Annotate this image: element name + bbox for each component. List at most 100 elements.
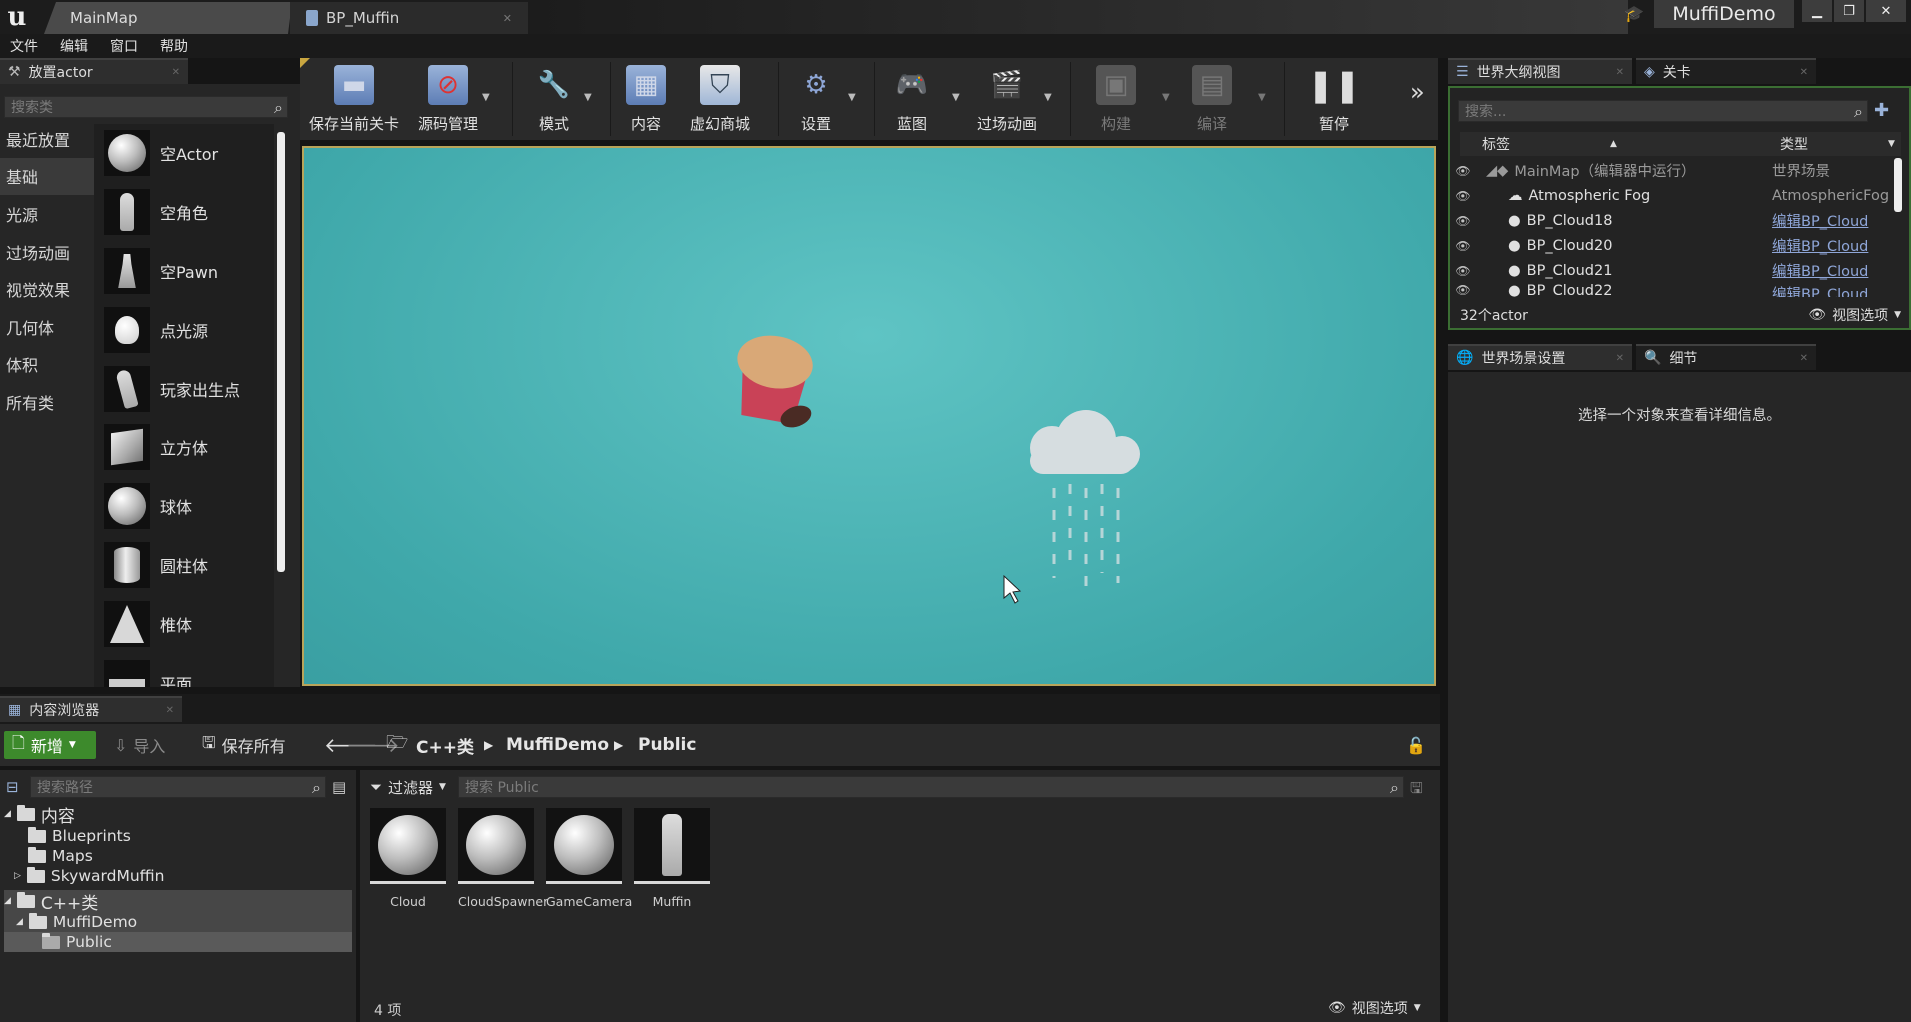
list-item[interactable]: 球体 bbox=[94, 477, 274, 536]
class-search-input[interactable]: 搜索类 ⌕ bbox=[4, 96, 288, 118]
table-row[interactable]: 👁 ● BP_Cloud22 编辑BP_Cloud bbox=[1452, 283, 1892, 297]
cinematics-button[interactable]: 🎬 过场动画 bbox=[972, 58, 1042, 140]
chevron-down-icon[interactable]: ▼ bbox=[848, 92, 856, 103]
tree-item[interactable]: ◢ C++类 bbox=[4, 890, 352, 914]
category-geometry[interactable]: 几何体 bbox=[0, 308, 94, 346]
blueprints-button[interactable]: 🎮 蓝图 bbox=[884, 58, 940, 140]
list-view-icon[interactable]: ▤ bbox=[332, 778, 346, 796]
visibility-eye-icon[interactable]: 👁 bbox=[1452, 164, 1474, 178]
pause-button[interactable]: ❚❚ 暂停 bbox=[1306, 58, 1362, 140]
breadcrumb-public[interactable]: Public bbox=[638, 724, 696, 766]
add-folder-icon[interactable]: ✚ bbox=[1874, 100, 1889, 121]
menu-edit[interactable]: 编辑 bbox=[60, 36, 88, 56]
visibility-eye-icon[interactable]: 👁 bbox=[1452, 214, 1474, 228]
chevron-down-icon[interactable]: ▼ bbox=[1162, 92, 1170, 103]
close-icon[interactable]: ✕ bbox=[1616, 67, 1624, 78]
visibility-eye-icon[interactable]: 👁 bbox=[1452, 283, 1474, 297]
content-button[interactable]: ▦ 内容 bbox=[616, 58, 676, 140]
lock-icon[interactable]: 🔓 bbox=[1406, 724, 1426, 766]
expand-arrow-icon[interactable]: ◢ bbox=[16, 917, 23, 927]
list-item[interactable]: 立方体 bbox=[94, 418, 274, 477]
list-item[interactable]: 空Pawn bbox=[94, 242, 274, 301]
add-new-button[interactable]: 🗋 新增 ▼ bbox=[4, 731, 96, 759]
actor-list-scrollbar[interactable] bbox=[277, 132, 285, 572]
close-icon[interactable]: ✕ bbox=[503, 12, 512, 25]
marketplace-button[interactable]: ⛉ 虚幻商城 bbox=[684, 58, 756, 140]
menu-help[interactable]: 帮助 bbox=[160, 36, 188, 56]
category-visual-effects[interactable]: 视觉效果 bbox=[0, 270, 94, 308]
table-row[interactable]: 👁 ☁ Atmospheric Fog AtmosphericFog bbox=[1452, 183, 1892, 208]
table-row[interactable]: 👁 ● BP_Cloud18 编辑BP_Cloud bbox=[1452, 208, 1892, 233]
world-settings-tab[interactable]: 🌐 世界场景设置 ✕ bbox=[1448, 344, 1632, 370]
category-recent[interactable]: 最近放置 bbox=[0, 120, 94, 158]
build-button[interactable]: ▣ 构建 bbox=[1086, 58, 1146, 140]
tree-item[interactable]: ◢ MuffiDemo bbox=[4, 912, 352, 932]
close-icon[interactable]: ✕ bbox=[1616, 353, 1624, 364]
table-row[interactable]: 👁 ● BP_Cloud21 编辑BP_Cloud bbox=[1452, 258, 1892, 283]
tree-item[interactable]: ▷ SkywardMuffin bbox=[14, 866, 164, 886]
filters-button[interactable]: ⏷ 过滤器 ▼ bbox=[370, 766, 446, 808]
category-basic[interactable]: 基础 bbox=[0, 157, 94, 196]
chevron-down-icon[interactable]: ▼ bbox=[482, 92, 490, 103]
place-actor-tab[interactable]: ⚒ 放置actor ✕ bbox=[0, 58, 188, 84]
list-item[interactable]: 平面 bbox=[94, 653, 274, 687]
list-item[interactable]: 椎体 bbox=[94, 594, 274, 653]
chevron-down-icon[interactable]: ▼ bbox=[952, 92, 960, 103]
asset-tile[interactable]: Muffin bbox=[634, 808, 710, 909]
list-item[interactable]: 空Actor bbox=[94, 124, 274, 183]
tree-item[interactable]: ◢ 内容 bbox=[4, 804, 75, 827]
outliner-search-input[interactable]: 搜索... ⌕ bbox=[1458, 100, 1868, 122]
visibility-eye-icon[interactable]: 👁 bbox=[1452, 189, 1474, 203]
category-all-classes[interactable]: 所有类 bbox=[0, 383, 94, 421]
asset-tile[interactable]: GameCamera bbox=[546, 808, 632, 909]
settings-button[interactable]: ⚙ 设置 bbox=[784, 58, 848, 140]
expand-arrow-icon[interactable]: ◢ bbox=[4, 809, 11, 819]
world-outliner-tab[interactable]: ☰ 世界大纲视图 ✕ bbox=[1448, 58, 1632, 84]
menu-window[interactable]: 窗口 bbox=[110, 36, 138, 56]
chevron-down-icon[interactable]: ▼ bbox=[1258, 92, 1266, 103]
menu-file[interactable]: 文件 bbox=[10, 36, 38, 56]
chevron-down-icon[interactable]: ▼ bbox=[1888, 139, 1895, 149]
modes-button[interactable]: 🔧 模式 bbox=[522, 58, 586, 140]
outliner-scrollbar[interactable] bbox=[1894, 158, 1902, 212]
column-type[interactable]: 类型 bbox=[1780, 134, 1808, 154]
table-row[interactable]: 👁 ● BP_Cloud20 编辑BP_Cloud bbox=[1452, 233, 1892, 258]
unreal-logo-icon[interactable]: u bbox=[0, 0, 34, 34]
path-search-input[interactable]: 搜索路径 ⌕ bbox=[30, 776, 326, 798]
visibility-eye-icon[interactable]: 👁 bbox=[1452, 264, 1474, 278]
toolbar-overflow-button[interactable]: » bbox=[1410, 78, 1425, 106]
list-item[interactable]: 玩家出生点 bbox=[94, 359, 274, 418]
tree-item-selected[interactable]: Public bbox=[4, 932, 352, 952]
source-control-button[interactable]: ⊘ 源码管理 bbox=[408, 58, 488, 140]
breadcrumb-separator-icon[interactable]: ▶ bbox=[484, 724, 493, 766]
close-icon[interactable]: ✕ bbox=[172, 67, 180, 78]
save-current-level-button[interactable]: ▬ 保存当前关卡 bbox=[306, 58, 402, 140]
breadcrumb-separator-icon[interactable]: ▶ bbox=[614, 724, 623, 766]
chevron-down-icon[interactable]: ▼ bbox=[1044, 92, 1052, 103]
edit-blueprint-link[interactable]: 编辑BP_Cloud bbox=[1772, 260, 1868, 281]
tree-item[interactable]: Maps bbox=[28, 846, 93, 866]
asset-tile[interactable]: Cloud bbox=[370, 808, 446, 909]
category-lights[interactable]: 光源 bbox=[0, 195, 94, 233]
edit-blueprint-link[interactable]: 编辑BP_Cloud bbox=[1772, 210, 1868, 231]
close-icon[interactable]: ✕ bbox=[166, 705, 174, 716]
column-label[interactable]: 标签 bbox=[1482, 134, 1510, 154]
asset-search-input[interactable]: 搜索 Public ⌕ bbox=[458, 776, 1404, 798]
tree-item[interactable]: Blueprints bbox=[28, 826, 131, 846]
breadcrumb-cpp-classes[interactable]: C++类 bbox=[416, 724, 474, 766]
edit-blueprint-link[interactable]: 编辑BP_Cloud bbox=[1772, 283, 1868, 297]
category-cinematic[interactable]: 过场动画 bbox=[0, 233, 94, 271]
list-item[interactable]: 空角色 bbox=[94, 183, 274, 242]
list-item[interactable]: 圆柱体 bbox=[94, 536, 274, 595]
levels-tab[interactable]: ◈ 关卡 ✕ bbox=[1636, 58, 1816, 84]
minimize-button[interactable]: ▁ bbox=[1802, 0, 1832, 22]
table-row[interactable]: 👁 ◢◆ MainMap（编辑器中运行） 世界场景 bbox=[1452, 158, 1892, 183]
expand-arrow-icon[interactable]: ▷ bbox=[14, 871, 21, 881]
view-options-button[interactable]: 👁 视图选项 ▼ bbox=[1808, 305, 1901, 325]
edit-blueprint-link[interactable]: 编辑BP_Cloud bbox=[1772, 235, 1868, 256]
sources-toggle-icon[interactable]: ⊟ bbox=[6, 778, 19, 796]
close-icon[interactable]: ✕ bbox=[1800, 67, 1808, 78]
visibility-eye-icon[interactable]: 👁 bbox=[1452, 239, 1474, 253]
expand-arrow-icon[interactable]: ◢ bbox=[4, 896, 11, 906]
close-icon[interactable]: ✕ bbox=[1800, 353, 1808, 364]
